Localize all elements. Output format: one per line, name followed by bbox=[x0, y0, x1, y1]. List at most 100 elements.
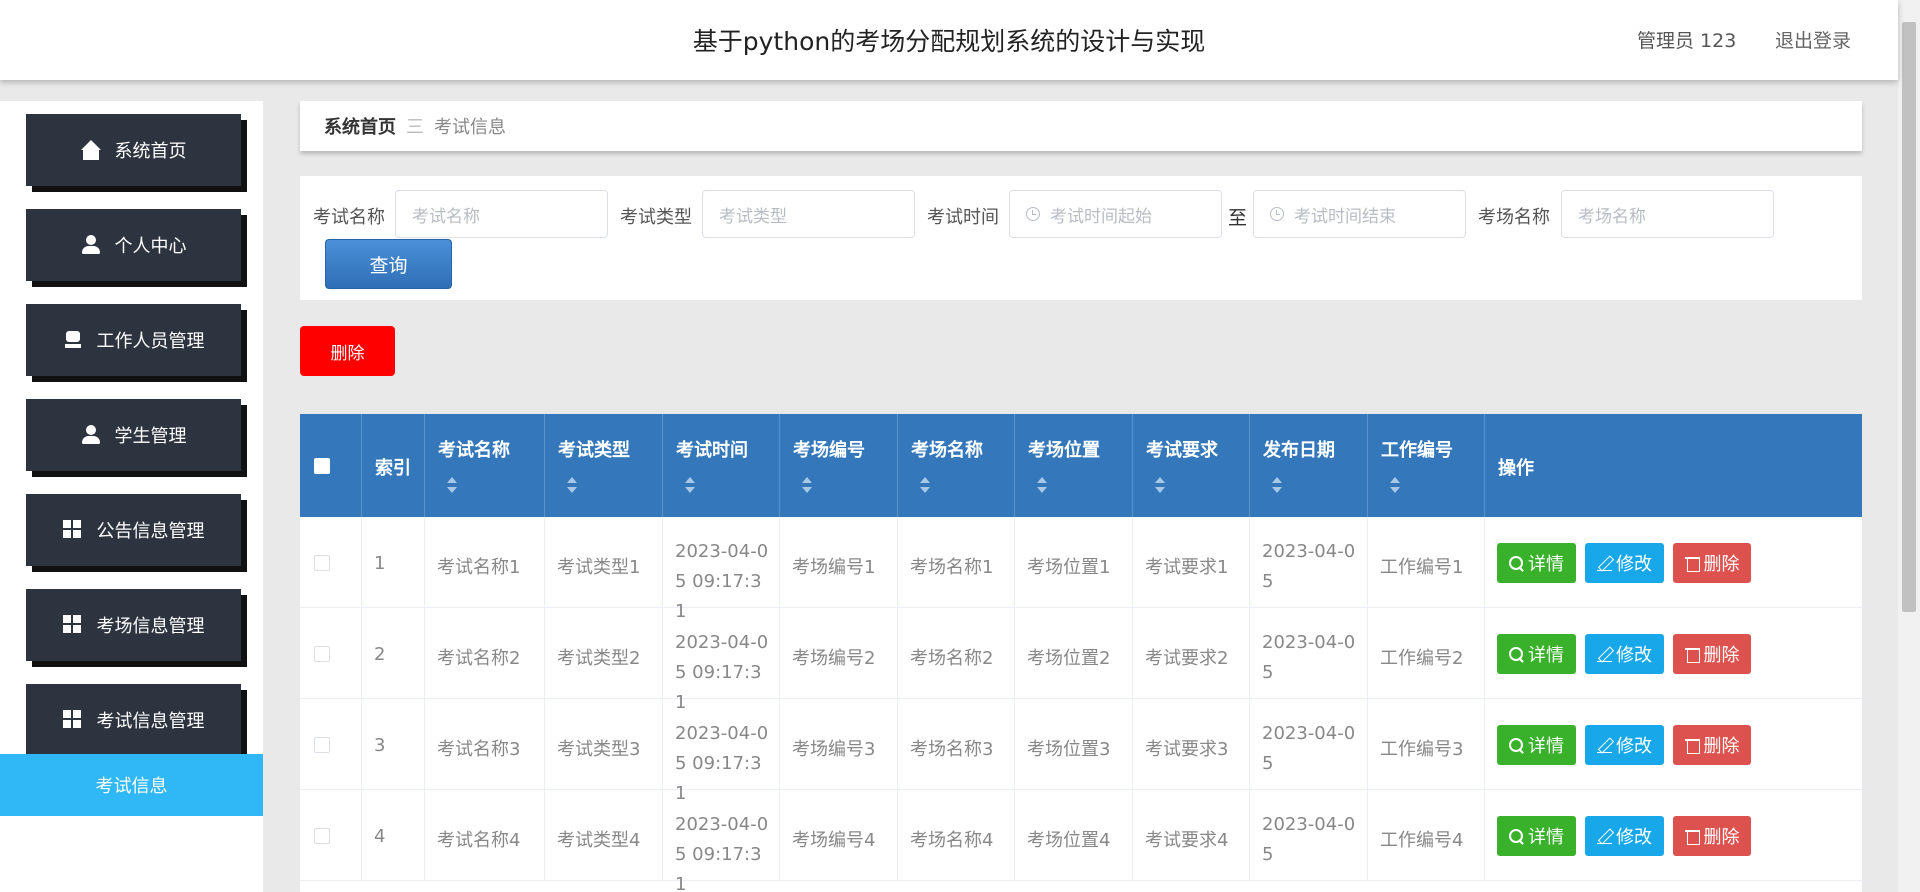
header-work-no[interactable]: 工作编号 bbox=[1368, 414, 1485, 517]
exam-time-end-input[interactable]: 考试时间结束 bbox=[1253, 190, 1466, 238]
delete-button-label: 删除 bbox=[1703, 736, 1740, 757]
exam-type-input[interactable]: 考试类型 bbox=[702, 190, 915, 238]
header-label: 工作编号 bbox=[1381, 440, 1453, 461]
cell-work-no: 工作编号4 bbox=[1380, 830, 1464, 851]
cell-requirement: 考试要求1 bbox=[1145, 557, 1229, 578]
header-requirement[interactable]: 考试要求 bbox=[1133, 414, 1250, 517]
room-name-input[interactable]: 考场名称 bbox=[1561, 190, 1774, 238]
cell-room-location: 考场位置3 bbox=[1027, 739, 1111, 760]
sidebar-item-students[interactable]: 学生管理 bbox=[26, 399, 241, 471]
delete-button[interactable]: 删除 bbox=[1673, 634, 1751, 674]
room-name-label: 考场名称 bbox=[1478, 207, 1550, 228]
trash-icon bbox=[1684, 556, 1700, 572]
sort-icon[interactable] bbox=[1037, 477, 1049, 497]
sort-icon[interactable] bbox=[447, 477, 459, 497]
table-row: 4 考试名称4 考试类型4 2023-04-05 09:17:31 考场编号4 … bbox=[300, 790, 1862, 892]
header-actions: 操作 bbox=[1485, 414, 1862, 517]
detail-button[interactable]: 详情 bbox=[1497, 725, 1576, 765]
cell-room-no: 考场编号1 bbox=[792, 557, 876, 578]
delete-button-label: 删除 bbox=[1703, 645, 1740, 666]
row-checkbox[interactable] bbox=[314, 646, 330, 662]
sidebar-item-notices[interactable]: 公告信息管理 bbox=[26, 494, 241, 566]
cell-work-no: 工作编号3 bbox=[1380, 739, 1464, 760]
cell-exam-type: 考试类型4 bbox=[557, 830, 641, 851]
sort-icon[interactable] bbox=[920, 477, 932, 497]
sidebar-item-label: 个人中心 bbox=[114, 236, 187, 257]
sidebar-item-exams[interactable]: 考试信息管理 bbox=[26, 684, 241, 756]
room-name-placeholder: 考场名称 bbox=[1578, 206, 1646, 227]
detail-button[interactable]: 详情 bbox=[1497, 634, 1576, 674]
edit-button-label: 修改 bbox=[1616, 554, 1652, 575]
sort-icon[interactable] bbox=[1272, 477, 1284, 497]
sidebar-item-rooms[interactable]: 考场信息管理 bbox=[26, 589, 241, 661]
cell-work-no: 工作编号2 bbox=[1380, 648, 1464, 669]
delete-button[interactable]: 删除 bbox=[1673, 816, 1751, 856]
header-exam-time[interactable]: 考试时间 bbox=[663, 414, 780, 517]
exam-name-label: 考试名称 bbox=[313, 207, 385, 228]
cell-index: 2 bbox=[374, 644, 386, 665]
sort-icon[interactable] bbox=[685, 477, 697, 497]
cell-index: 3 bbox=[374, 735, 386, 756]
breadcrumb-home[interactable]: 系统首页 bbox=[324, 113, 396, 139]
search-icon bbox=[1509, 828, 1524, 844]
current-user: 管理员 123 bbox=[1637, 30, 1737, 52]
row-checkbox[interactable] bbox=[314, 737, 330, 753]
cell-room-no: 考场编号2 bbox=[792, 648, 876, 669]
cell-requirement: 考试要求3 bbox=[1145, 739, 1229, 760]
clock-icon bbox=[1270, 207, 1284, 221]
header-publish-date[interactable]: 发布日期 bbox=[1250, 414, 1368, 517]
cell-index: 4 bbox=[374, 826, 386, 847]
cell-exam-name: 考试名称1 bbox=[437, 557, 521, 578]
header-room-name[interactable]: 考场名称 bbox=[898, 414, 1015, 517]
sidebar-item-home[interactable]: 系统首页 bbox=[26, 114, 241, 186]
cell-index: 1 bbox=[374, 553, 386, 574]
exam-name-input[interactable]: 考试名称 bbox=[395, 190, 608, 238]
edit-button[interactable]: 修改 bbox=[1585, 543, 1664, 583]
header-label: 考场位置 bbox=[1028, 440, 1100, 461]
row-checkbox[interactable] bbox=[314, 828, 330, 844]
cell-exam-time: 2023-04-05 09:17:31 bbox=[675, 814, 769, 892]
sidebar-item-staff[interactable]: 工作人员管理 bbox=[26, 304, 241, 376]
search-icon bbox=[1509, 737, 1524, 753]
row-checkbox[interactable] bbox=[314, 555, 330, 571]
grid-icon bbox=[62, 520, 83, 540]
sidebar-subitem-exam-info[interactable]: 考试信息 bbox=[0, 754, 263, 816]
edit-button[interactable]: 修改 bbox=[1585, 816, 1664, 856]
detail-button[interactable]: 详情 bbox=[1497, 816, 1576, 856]
detail-button-label: 详情 bbox=[1528, 736, 1564, 757]
header-label: 考试类型 bbox=[558, 440, 630, 461]
edit-icon bbox=[1597, 556, 1612, 571]
sort-icon[interactable] bbox=[1155, 477, 1167, 497]
detail-button-label: 详情 bbox=[1528, 554, 1564, 575]
header-exam-name[interactable]: 考试名称 bbox=[425, 414, 545, 517]
header-label: 考试名称 bbox=[438, 440, 510, 461]
exam-time-start-input[interactable]: 考试时间起始 bbox=[1009, 190, 1222, 238]
edit-button[interactable]: 修改 bbox=[1585, 634, 1664, 674]
sidebar-item-profile[interactable]: 个人中心 bbox=[26, 209, 241, 281]
select-all-checkbox[interactable] bbox=[314, 458, 330, 474]
header-label: 索引 bbox=[375, 458, 411, 479]
sidebar-item-label: 公告信息管理 bbox=[96, 521, 205, 542]
header-room-location[interactable]: 考场位置 bbox=[1015, 414, 1133, 517]
sort-icon[interactable] bbox=[1390, 477, 1402, 497]
delete-button[interactable]: 删除 bbox=[1673, 725, 1751, 765]
delete-button-label: 删除 bbox=[1703, 827, 1740, 848]
scrollbar-thumb[interactable] bbox=[1902, 22, 1916, 612]
sort-icon[interactable] bbox=[567, 477, 579, 497]
batch-delete-button[interactable]: 删除 bbox=[300, 326, 395, 376]
edit-button[interactable]: 修改 bbox=[1585, 725, 1664, 765]
logout-link[interactable]: 退出登录 bbox=[1775, 26, 1851, 53]
delete-button[interactable]: 删除 bbox=[1673, 543, 1751, 583]
cell-room-name: 考场名称1 bbox=[910, 557, 994, 578]
sidebar-item-label: 考试信息管理 bbox=[96, 711, 205, 732]
header-exam-type[interactable]: 考试类型 bbox=[545, 414, 663, 517]
detail-button[interactable]: 详情 bbox=[1497, 543, 1576, 583]
header-room-no[interactable]: 考场编号 bbox=[780, 414, 898, 517]
page-scrollbar[interactable] bbox=[1898, 0, 1920, 892]
exam-table: 索引 考试名称 考试类型 考试时间 考场编号 考场名称 考场位置 考试要求 发布… bbox=[300, 414, 1862, 892]
header-label: 考场名称 bbox=[911, 440, 983, 461]
query-button[interactable]: 查询 bbox=[325, 239, 452, 289]
header-label: 考试时间 bbox=[676, 440, 748, 461]
exam-name-placeholder: 考试名称 bbox=[412, 206, 480, 227]
sort-icon[interactable] bbox=[802, 477, 814, 497]
